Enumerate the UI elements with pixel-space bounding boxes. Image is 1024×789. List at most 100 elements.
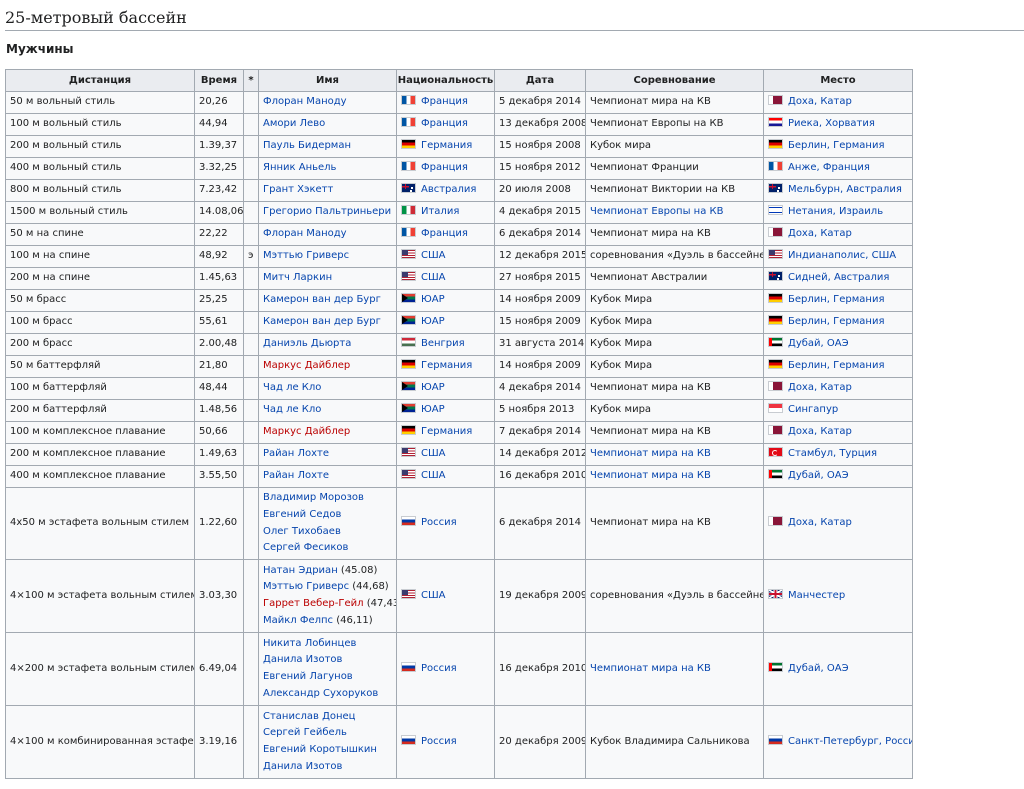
place-link[interactable]: Сидней, Австралия bbox=[788, 272, 889, 283]
nationality-link[interactable]: Германия bbox=[421, 140, 472, 151]
place-link[interactable]: Стамбул, Турция bbox=[788, 448, 877, 459]
time-cell: 3.55,50 bbox=[194, 465, 244, 488]
nationality-link[interactable]: ЮАР bbox=[421, 404, 445, 415]
place-link[interactable]: Берлин, Германия bbox=[788, 140, 884, 151]
header-nationality[interactable]: Национальность bbox=[396, 69, 495, 92]
place-link[interactable]: Дубай, ОАЭ bbox=[788, 663, 849, 674]
mark-cell bbox=[243, 157, 259, 180]
place-link[interactable]: Доха, Катар bbox=[788, 517, 852, 528]
athlete-link[interactable]: Александр Сухоруков bbox=[263, 688, 378, 699]
nationality-link[interactable]: ЮАР bbox=[421, 382, 445, 393]
date-text: 6 декабря 2014 bbox=[499, 517, 581, 529]
athlete-link[interactable]: Маркус Дайблер bbox=[263, 360, 350, 371]
place-link[interactable]: Мельбурн, Австралия bbox=[788, 184, 902, 195]
athlete-link[interactable]: Райан Лохте bbox=[263, 448, 329, 459]
place-link[interactable]: Берлин, Германия bbox=[788, 360, 884, 371]
athlete-link[interactable]: Амори Лево bbox=[263, 118, 325, 129]
nationality-link[interactable]: Россия bbox=[421, 517, 457, 528]
athlete-link[interactable]: Камерон ван дер Бург bbox=[263, 294, 381, 305]
nationality-link[interactable]: Венгрия bbox=[421, 338, 465, 349]
athlete-link[interactable]: Янник Аньель bbox=[263, 162, 336, 173]
place-link[interactable]: Санкт-Петербург, Россия bbox=[788, 736, 912, 747]
athlete-link[interactable]: Мэттью Гриверс bbox=[263, 250, 349, 261]
athlete-link[interactable]: Данила Изотов bbox=[263, 761, 342, 772]
place-link[interactable]: Дубай, ОАЭ bbox=[788, 338, 849, 349]
place-link[interactable]: Сингапур bbox=[788, 404, 838, 415]
nationality-link[interactable]: Германия bbox=[421, 426, 472, 437]
athlete-link[interactable]: Райан Лохте bbox=[263, 470, 329, 481]
athlete-link[interactable]: Майкл Фелпс bbox=[263, 615, 333, 626]
athlete-link[interactable]: Сергей Гейбель bbox=[263, 727, 347, 738]
place-link[interactable]: Риека, Хорватия bbox=[788, 118, 875, 129]
header-distance[interactable]: Дистанция bbox=[5, 69, 195, 92]
header-date[interactable]: Дата bbox=[494, 69, 586, 92]
nationality-link[interactable]: США bbox=[421, 272, 446, 283]
athlete-link[interactable]: Митч Ларкин bbox=[263, 272, 332, 283]
date-cell: 5 декабря 2014 bbox=[494, 91, 586, 114]
place-link[interactable]: Берлин, Германия bbox=[788, 316, 884, 327]
place-link[interactable]: Доха, Катар bbox=[788, 426, 852, 437]
flag-il-icon bbox=[768, 205, 783, 216]
athlete-link[interactable]: Пауль Бидерман bbox=[263, 140, 351, 151]
place-link[interactable]: Анже, Франция bbox=[788, 162, 870, 173]
nationality-link[interactable]: ЮАР bbox=[421, 316, 445, 327]
athlete-link[interactable]: Грегорио Пальтриньери bbox=[263, 206, 391, 217]
nationality-link[interactable]: Франция bbox=[421, 162, 468, 173]
nationality-link[interactable]: Франция bbox=[421, 118, 468, 129]
nationality-link[interactable]: Россия bbox=[421, 736, 457, 747]
place-link[interactable]: Индианаполис, США bbox=[788, 250, 896, 261]
competition-link[interactable]: Чемпионат мира на КВ bbox=[590, 470, 711, 481]
athlete-link[interactable]: Чад ле Кло bbox=[263, 382, 321, 393]
table-row: 100 м баттерфляй 48,44 Чад ле Кло ЮАР 4 дека… bbox=[5, 377, 913, 400]
athlete-link[interactable]: Даниэль Дьюрта bbox=[263, 338, 351, 349]
athlete-link[interactable]: Никита Лобинцев bbox=[263, 638, 356, 649]
header-name[interactable]: Имя bbox=[258, 69, 397, 92]
athlete-link[interactable]: Маркус Дайблер bbox=[263, 426, 350, 437]
athlete-link[interactable]: Владимир Морозов bbox=[263, 492, 364, 503]
nationality-link[interactable]: США bbox=[421, 250, 446, 261]
place-link[interactable]: Берлин, Германия bbox=[788, 294, 884, 305]
athlete-link[interactable]: Евгений Лагунов bbox=[263, 671, 353, 682]
athlete-link[interactable]: Флоран Манoду bbox=[263, 228, 347, 239]
athlete-link[interactable]: Камерон ван дер Бург bbox=[263, 316, 381, 327]
place-link[interactable]: Доха, Катар bbox=[788, 96, 852, 107]
nationality-link[interactable]: Австралия bbox=[421, 184, 476, 195]
nationality-link[interactable]: Германия bbox=[421, 360, 472, 371]
athlete-link[interactable]: Сергей Фесиков bbox=[263, 542, 348, 553]
athlete-link[interactable]: Грант Хэкетт bbox=[263, 184, 333, 195]
athlete-link[interactable]: Станислав Донец bbox=[263, 711, 356, 722]
athlete-link[interactable]: Чад ле Кло bbox=[263, 404, 321, 415]
competition-link[interactable]: Чемпионат мира на КВ bbox=[590, 663, 711, 674]
nationality-link[interactable]: США bbox=[421, 448, 446, 459]
nationality-link[interactable]: Россия bbox=[421, 663, 457, 674]
place-link[interactable]: Доха, Катар bbox=[788, 382, 852, 393]
nationality-link[interactable]: ЮАР bbox=[421, 294, 445, 305]
competition-cell: Чемпионат мира на КВ bbox=[585, 223, 764, 246]
athlete-link[interactable]: Данила Изотов bbox=[263, 654, 342, 665]
header-mark[interactable]: * bbox=[243, 69, 259, 92]
competition-link[interactable]: Чемпионат Европы на КВ bbox=[590, 206, 723, 217]
athlete-link[interactable]: Натан Эдриан bbox=[263, 565, 338, 576]
place-link[interactable]: Манчестер bbox=[788, 590, 845, 601]
header-place[interactable]: Место bbox=[763, 69, 913, 92]
athlete-link[interactable]: Олег Тихобаев bbox=[263, 526, 341, 537]
place-link[interactable]: Нетания, Израиль bbox=[788, 206, 883, 217]
nationality-link[interactable]: США bbox=[421, 590, 446, 601]
nationality-link[interactable]: Италия bbox=[421, 206, 459, 217]
flag-us-icon bbox=[401, 249, 416, 260]
athlete-link[interactable]: Гаррет Вебер-Гейл bbox=[263, 598, 364, 609]
place-link[interactable]: Дубай, ОАЭ bbox=[788, 470, 849, 481]
athlete-link[interactable]: Евгений Седов bbox=[263, 509, 341, 520]
competition-link[interactable]: Чемпионат мира на КВ bbox=[590, 448, 711, 459]
date-text: 12 декабря 2015 bbox=[499, 250, 586, 262]
nationality-link[interactable]: Франция bbox=[421, 96, 468, 107]
table-row: 100 м комплексное плавание 50,66 Маркус Да… bbox=[5, 421, 913, 444]
place-link[interactable]: Доха, Катар bbox=[788, 228, 852, 239]
athlete-link[interactable]: Флоран Манoду bbox=[263, 96, 347, 107]
athlete-link[interactable]: Евгений Коротышкин bbox=[263, 744, 377, 755]
athlete-link[interactable]: Мэттью Гриверс bbox=[263, 581, 349, 592]
nationality-link[interactable]: Франция bbox=[421, 228, 468, 239]
header-competition[interactable]: Соревнование bbox=[585, 69, 764, 92]
header-time[interactable]: Время bbox=[194, 69, 244, 92]
nationality-link[interactable]: США bbox=[421, 470, 446, 481]
